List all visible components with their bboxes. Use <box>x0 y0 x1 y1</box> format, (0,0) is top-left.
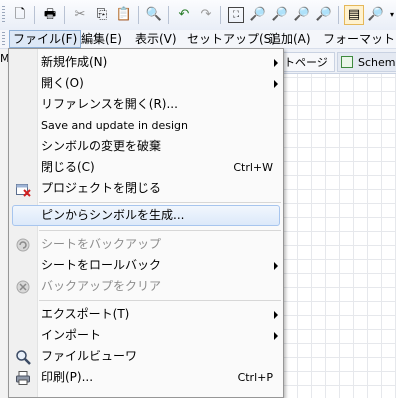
toolbar: 🗋 🖶 ✂ ⎘ 📋 🔍 ↶ ↷ ⛶ 🔎 🔎 🔎 🔎 ▤ 🔎 ▾ <box>0 0 396 31</box>
schematic-icon <box>341 56 353 68</box>
cut-icon[interactable]: ✂ <box>72 7 88 23</box>
menu-item-new[interactable]: 新規作成(N) <box>9 52 283 73</box>
redo-icon[interactable]: ↷ <box>198 7 214 23</box>
menu-view[interactable]: 表示(V) <box>132 30 180 48</box>
file-menu-dropdown: 新規作成(N) 開く(O) リファレンスを開く(R)... Save and u… <box>8 48 284 398</box>
tab-page[interactable]: トページ <box>279 52 335 72</box>
backup-icon <box>15 237 31 253</box>
menu-item-print[interactable]: 印刷(P)... Ctrl+P <box>9 367 283 388</box>
menubar-grip[interactable] <box>2 32 5 46</box>
menu-item-backup-sheet[interactable]: シートをバックアップ <box>9 234 283 255</box>
menu-item-close[interactable]: 閉じる(C) Ctrl+W <box>9 157 283 178</box>
document-tabs: トページ Schema <box>279 49 396 74</box>
menu-item-export[interactable]: エクスポート(T) <box>9 304 283 325</box>
paste-icon[interactable]: 📋 <box>116 7 132 23</box>
menu-item-label: シートをバックアップ <box>41 237 162 251</box>
copy-icon[interactable]: ⎘ <box>94 7 110 23</box>
menu-separator <box>39 202 281 203</box>
menu-file[interactable]: ファイル(F) <box>9 30 82 48</box>
toolbar-separator <box>34 6 35 24</box>
chevron-down-icon[interactable]: ▾ <box>384 7 396 23</box>
tab-schema[interactable]: Schema <box>337 52 396 72</box>
zoom-select-icon[interactable]: 🔎 <box>368 7 384 23</box>
menu-format[interactable]: フォーマット(O) <box>320 30 396 48</box>
menu-add[interactable]: 追加(A) <box>266 30 314 48</box>
zoom-in-icon[interactable]: 🔎 <box>250 7 266 23</box>
toolbar-grip[interactable] <box>2 6 5 24</box>
close-project-icon <box>15 181 31 197</box>
menu-item-label: ピンからシンボルを生成... <box>41 208 185 222</box>
zoom-disabled-icon[interactable]: 🔎 <box>316 7 332 23</box>
print-icon[interactable]: 🖶 <box>42 7 58 23</box>
view-toggle-icon[interactable]: ▤ <box>344 5 364 25</box>
toolbar-separator <box>220 6 221 24</box>
menu-item-generate-symbol-from-pins[interactable]: ピンからシンボルを生成... <box>9 205 283 226</box>
new-page-icon[interactable]: 🗋 <box>12 7 28 23</box>
menu-separator <box>39 230 281 231</box>
zoom-out-icon[interactable]: 🔎 <box>272 7 288 23</box>
submenu-arrow-icon <box>274 59 278 67</box>
clear-backup-icon <box>15 279 31 295</box>
menu-item-label: バックアップをクリア <box>41 279 162 293</box>
submenu-arrow-icon <box>274 332 278 340</box>
find-icon[interactable]: 🔍 <box>146 7 162 23</box>
menu-item-clear-backup[interactable]: バックアップをクリア <box>9 276 283 297</box>
menu-item-label: エクスポート(T) <box>41 307 130 321</box>
menu-bar: ファイル(F) 編集(E) 表示(V) セットアップ(S) 追加(A) フォーマ… <box>0 30 396 49</box>
menu-item-open[interactable]: 開く(O) <box>9 73 283 94</box>
schematic-canvas[interactable] <box>283 49 396 398</box>
menu-item-label: 閉じる(C) <box>41 160 95 174</box>
menu-item-shortcut: Ctrl+W <box>233 161 273 174</box>
menu-item-label: プロジェクトを閉じる <box>41 181 162 195</box>
print-icon <box>15 370 31 386</box>
toolbar-separator <box>64 6 65 24</box>
menu-item-rollback-sheet[interactable]: シートをロールバック <box>9 255 283 276</box>
file-viewer-icon <box>15 349 31 365</box>
menu-separator <box>39 300 281 301</box>
menu-item-import[interactable]: インポート <box>9 325 283 346</box>
menu-item-label: 印刷(P)... <box>41 370 94 384</box>
menu-item-save-update-design[interactable]: Save and update in design <box>9 115 283 136</box>
menu-item-label: 開く(O) <box>41 76 84 90</box>
menu-item-label: リファレンスを開く(R)... <box>41 97 178 111</box>
menu-item-file-viewer[interactable]: ファイルビューワ <box>9 346 283 367</box>
zoom-area-icon[interactable]: 🔎 <box>294 7 310 23</box>
menu-item-label: ファイルビューワ <box>41 349 138 363</box>
menu-item-label: 新規作成(N) <box>41 55 108 69</box>
menu-item-label: シンボルの変更を破棄 <box>41 139 162 153</box>
toolbar-separator <box>168 6 169 24</box>
menu-item-open-reference[interactable]: リファレンスを開く(R)... <box>9 94 283 115</box>
zoom-fit-icon[interactable]: ⛶ <box>228 7 244 23</box>
menu-item-label: インポート <box>41 328 102 342</box>
menu-item-shortcut: Ctrl+P <box>237 371 273 384</box>
menu-edit[interactable]: 編集(E) <box>78 30 125 48</box>
submenu-arrow-icon <box>274 311 278 319</box>
submenu-arrow-icon <box>274 80 278 88</box>
menu-item-discard-symbol-changes[interactable]: シンボルの変更を破棄 <box>9 136 283 157</box>
menu-item-close-project[interactable]: プロジェクトを閉じる <box>9 178 283 199</box>
menu-item-label: シートをロールバック <box>41 258 162 272</box>
toolbar-separator <box>138 6 139 24</box>
menu-item-label: Save and update in design <box>41 119 188 132</box>
toolbar-separator <box>338 6 339 24</box>
undo-icon[interactable]: ↶ <box>176 7 192 23</box>
menu-setup[interactable]: セットアップ(S) <box>184 30 279 48</box>
tab-schema-label: Schema <box>358 56 396 69</box>
submenu-arrow-icon <box>274 262 278 270</box>
